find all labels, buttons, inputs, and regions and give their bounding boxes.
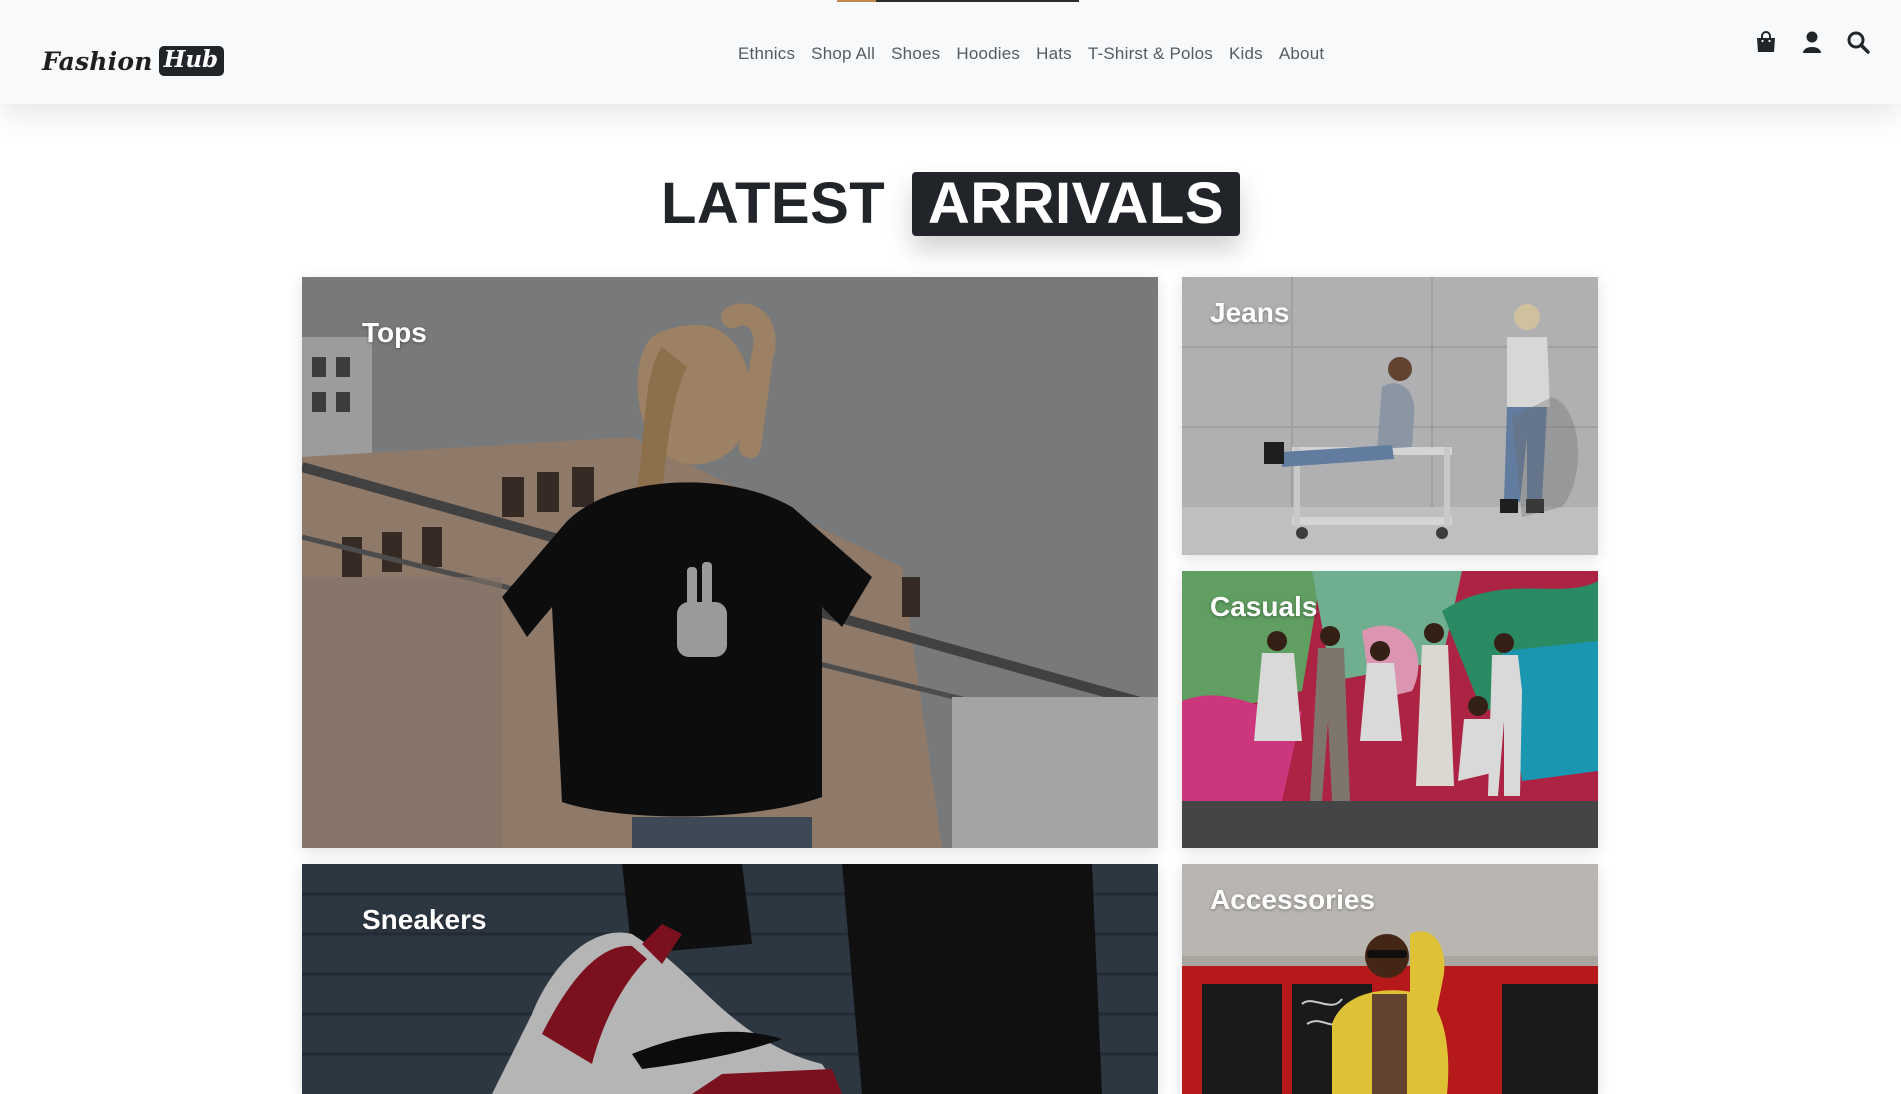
logo-word-fashion: Fashion [42, 46, 153, 76]
nav-link-ethnics[interactable]: Ethnics [730, 40, 803, 68]
category-card-tops[interactable]: Tops [302, 277, 1158, 848]
shopping-bag-icon[interactable] [1753, 28, 1779, 56]
category-card-sneakers[interactable]: Sneakers [302, 864, 1158, 1094]
tops-overlay [302, 277, 1158, 848]
sneakers-overlay [302, 864, 1158, 1094]
nav-link-about[interactable]: About [1271, 40, 1332, 68]
category-label-sneakers: Sneakers [362, 904, 487, 935]
category-card-casuals[interactable]: Casuals [1182, 571, 1598, 848]
nav-link-kids[interactable]: Kids [1221, 40, 1271, 68]
nav-link-hats[interactable]: Hats [1028, 40, 1080, 68]
header-icons [1753, 28, 1871, 56]
page-progress-bar [837, 0, 1079, 2]
site-header: Fashion Hub Ethnics Shop All Shoes Hoodi… [0, 0, 1901, 104]
nav-link-hoodies[interactable]: Hoodies [948, 40, 1028, 68]
category-label-casuals: Casuals [1210, 591, 1318, 622]
nav-link-tshirts-polos[interactable]: T-Shirst & Polos [1080, 40, 1221, 68]
logo-word-hub: Hub [158, 46, 225, 76]
nav-link-shoes[interactable]: Shoes [883, 40, 948, 68]
category-card-accessories[interactable]: Accessories [1182, 864, 1598, 1094]
category-label-tops: Tops [362, 317, 427, 348]
page-progress-fill [837, 0, 876, 2]
category-card-jeans[interactable]: Jeans [1182, 277, 1598, 555]
category-label-jeans: Jeans [1210, 297, 1290, 328]
section-title-highlight: ARRIVALS [911, 172, 1241, 236]
nav-link-shop-all[interactable]: Shop All [803, 40, 883, 68]
section-title-plain: LATEST [660, 171, 886, 236]
section-title: LATEST ARRIVALS [0, 170, 1901, 237]
main-nav: Ethnics Shop All Shoes Hoodies Hats T-Sh… [730, 40, 1332, 68]
search-icon[interactable] [1845, 28, 1871, 56]
category-label-accessories: Accessories [1210, 884, 1376, 915]
brand-logo[interactable]: Fashion Hub [42, 46, 225, 76]
user-icon[interactable] [1799, 28, 1825, 56]
